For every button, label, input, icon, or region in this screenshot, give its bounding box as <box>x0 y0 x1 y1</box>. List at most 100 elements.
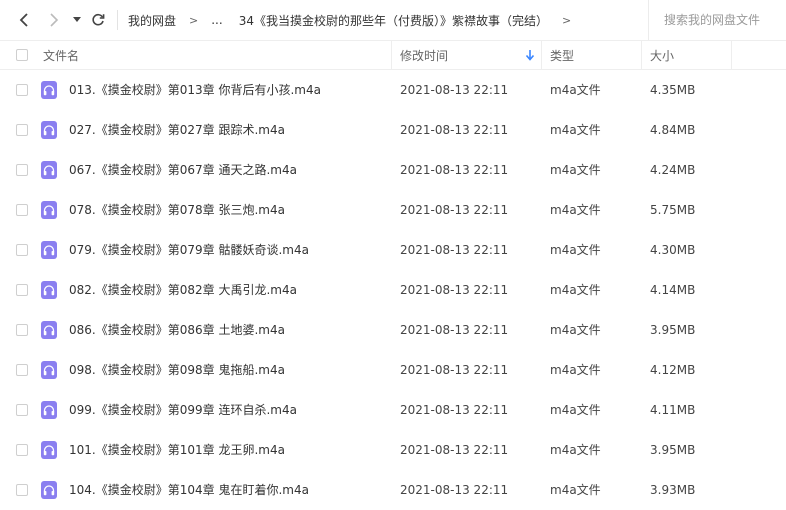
file-row[interactable]: 099.《摸金校尉》第099章 连环自杀.m4a 2021-08-13 22:11… <box>0 390 786 430</box>
audio-file-icon <box>41 401 57 419</box>
file-type: m4a文件 <box>550 283 601 297</box>
file-row[interactable]: 067.《摸金校尉》第067章 通天之路.m4a 2021-08-13 22:11… <box>0 150 786 190</box>
refresh-icon <box>92 13 105 26</box>
column-header-name[interactable]: 文件名 <box>43 41 79 69</box>
file-type: m4a文件 <box>550 163 601 177</box>
file-modified-time: 2021-08-13 22:11 <box>400 363 509 377</box>
file-size: 4.24MB <box>650 163 696 177</box>
file-type: m4a文件 <box>550 323 601 337</box>
file-size: 4.84MB <box>650 123 696 137</box>
file-modified-time: 2021-08-13 22:11 <box>400 283 509 297</box>
file-name[interactable]: 099.《摸金校尉》第099章 连环自杀.m4a <box>69 390 297 430</box>
file-modified-time: 2021-08-13 22:11 <box>400 483 509 497</box>
headphones-icon <box>43 324 55 335</box>
file-type: m4a文件 <box>550 83 601 97</box>
toolbar-divider <box>117 10 118 30</box>
file-name[interactable]: 101.《摸金校尉》第101章 龙王卵.m4a <box>69 430 285 470</box>
column-divider[interactable] <box>731 41 732 69</box>
audio-file-icon <box>41 201 57 219</box>
file-size: 4.12MB <box>650 363 696 377</box>
file-modified-time: 2021-08-13 22:11 <box>400 443 509 457</box>
file-row[interactable]: 082.《摸金校尉》第082章 大禹引龙.m4a 2021-08-13 22:11… <box>0 270 786 310</box>
toolbar: 我的网盘 > ... 34《我当摸金校尉的那些年（付费版）》紫襟故事（完结） > <box>0 0 786 40</box>
row-checkbox[interactable] <box>16 244 28 256</box>
column-divider[interactable] <box>641 41 642 69</box>
file-row[interactable]: 027.《摸金校尉》第027章 跟踪术.m4a 2021-08-13 22:11 m… <box>0 110 786 150</box>
row-checkbox[interactable] <box>16 324 28 336</box>
column-header-size[interactable]: 大小 <box>650 41 674 69</box>
file-size: 3.93MB <box>650 483 696 497</box>
row-checkbox[interactable] <box>16 84 28 96</box>
headphones-icon <box>43 444 55 455</box>
file-size: 3.95MB <box>650 443 696 457</box>
file-modified-time: 2021-08-13 22:11 <box>400 203 509 217</box>
file-row[interactable]: 101.《摸金校尉》第101章 龙王卵.m4a 2021-08-13 22:11 m… <box>0 430 786 470</box>
audio-file-icon <box>41 121 57 139</box>
column-divider[interactable] <box>391 41 392 69</box>
file-row[interactable]: 013.《摸金校尉》第013章 你背后有小孩.m4a 2021-08-13 22:… <box>0 70 786 110</box>
headphones-icon <box>43 204 55 215</box>
row-checkbox[interactable] <box>16 284 28 296</box>
audio-file-icon <box>41 481 57 499</box>
back-button[interactable] <box>14 9 34 31</box>
file-list-header: 文件名 修改时间 类型 大小 <box>0 40 786 70</box>
search-box <box>648 0 786 40</box>
row-checkbox[interactable] <box>16 484 28 496</box>
file-row[interactable]: 078.《摸金校尉》第078章 张三炮.m4a 2021-08-13 22:11 m… <box>0 190 786 230</box>
file-name[interactable]: 027.《摸金校尉》第027章 跟踪术.m4a <box>69 110 285 150</box>
column-header-type[interactable]: 类型 <box>550 41 574 69</box>
refresh-button[interactable] <box>88 9 108 31</box>
row-checkbox[interactable] <box>16 164 28 176</box>
file-row[interactable]: 086.《摸金校尉》第086章 土地婆.m4a 2021-08-13 22:11 m… <box>0 310 786 350</box>
file-size: 4.35MB <box>650 83 696 97</box>
file-type: m4a文件 <box>550 243 601 257</box>
audio-file-icon <box>41 281 57 299</box>
file-name[interactable]: 098.《摸金校尉》第098章 鬼拖船.m4a <box>69 350 285 390</box>
audio-file-icon <box>41 241 57 259</box>
file-modified-time: 2021-08-13 22:11 <box>400 403 509 417</box>
file-name[interactable]: 104.《摸金校尉》第104章 鬼在盯着你.m4a <box>69 470 309 510</box>
forward-button[interactable] <box>44 9 64 31</box>
audio-file-icon <box>41 321 57 339</box>
audio-file-icon <box>41 161 57 179</box>
file-name[interactable]: 086.《摸金校尉》第086章 土地婆.m4a <box>69 310 285 350</box>
file-size: 4.11MB <box>650 403 696 417</box>
breadcrumb-ellipsis[interactable]: ... <box>211 13 222 27</box>
breadcrumb-root[interactable]: 我的网盘 <box>128 12 176 29</box>
file-modified-time: 2021-08-13 22:11 <box>400 83 509 97</box>
search-input[interactable] <box>662 12 786 28</box>
file-type: m4a文件 <box>550 123 601 137</box>
file-row[interactable]: 104.《摸金校尉》第104章 鬼在盯着你.m4a 2021-08-13 22:1… <box>0 470 786 510</box>
file-name[interactable]: 078.《摸金校尉》第078章 张三炮.m4a <box>69 190 285 230</box>
file-name[interactable]: 079.《摸金校尉》第079章 骷髅妖奇谈.m4a <box>69 230 309 270</box>
file-name[interactable]: 067.《摸金校尉》第067章 通天之路.m4a <box>69 150 297 190</box>
audio-file-icon <box>41 361 57 379</box>
row-checkbox[interactable] <box>16 444 28 456</box>
column-divider[interactable] <box>541 41 542 69</box>
headphones-icon <box>43 164 55 175</box>
sort-descending-icon[interactable] <box>525 49 535 61</box>
column-header-modified[interactable]: 修改时间 <box>400 41 448 69</box>
breadcrumb: 我的网盘 > ... 34《我当摸金校尉的那些年（付费版）》紫襟故事（完结） > <box>128 0 584 40</box>
row-checkbox[interactable] <box>16 364 28 376</box>
file-row[interactable]: 079.《摸金校尉》第079章 骷髅妖奇谈.m4a 2021-08-13 22:1… <box>0 230 786 270</box>
row-checkbox[interactable] <box>16 204 28 216</box>
breadcrumb-separator[interactable]: > <box>562 14 571 27</box>
caret-down-icon <box>73 17 81 22</box>
file-name[interactable]: 013.《摸金校尉》第013章 你背后有小孩.m4a <box>69 70 321 110</box>
file-type: m4a文件 <box>550 483 601 497</box>
file-modified-time: 2021-08-13 22:11 <box>400 163 509 177</box>
file-type: m4a文件 <box>550 363 601 377</box>
file-size: 5.75MB <box>650 203 696 217</box>
file-size: 3.95MB <box>650 323 696 337</box>
row-checkbox[interactable] <box>16 404 28 416</box>
file-name[interactable]: 082.《摸金校尉》第082章 大禹引龙.m4a <box>69 270 297 310</box>
headphones-icon <box>43 364 55 375</box>
history-dropdown-button[interactable] <box>70 9 84 31</box>
file-row[interactable]: 098.《摸金校尉》第098章 鬼拖船.m4a 2021-08-13 22:11 m… <box>0 350 786 390</box>
breadcrumb-current: 34《我当摸金校尉的那些年（付费版）》紫襟故事（完结） <box>238 13 548 28</box>
select-all-checkbox[interactable] <box>16 49 28 61</box>
file-modified-time: 2021-08-13 22:11 <box>400 123 509 137</box>
row-checkbox[interactable] <box>16 124 28 136</box>
headphones-icon <box>43 484 55 495</box>
